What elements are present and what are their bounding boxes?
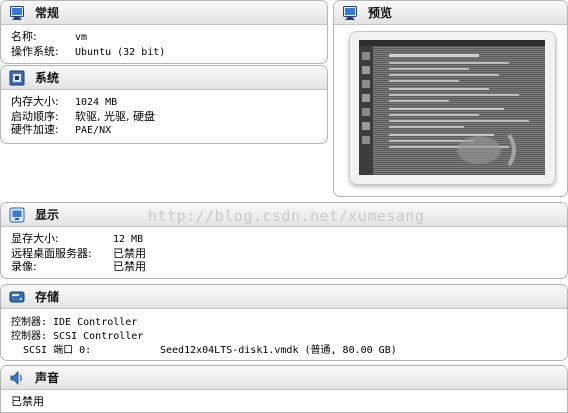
general-os-row: 操作系统: Ubuntu (32 bit) [11, 45, 327, 60]
storage-title: 存储 [35, 290, 60, 304]
os-label: 操作系统: [11, 44, 59, 58]
audio-panel: 声音 已禁用 [0, 365, 568, 413]
display-icon [9, 207, 25, 223]
monitor-icon [9, 5, 25, 21]
display-title: 显示 [35, 208, 60, 222]
vram-label: 显存大小: [11, 232, 59, 245]
boot-order-value: 软驱, 光驱, 硬盘 [75, 109, 155, 123]
chip-icon [9, 70, 25, 86]
system-panel: 系统 内存大小: 1024 MB 启动顺序: 软驱, 光驱, 硬盘 硬件加速: PAE… [0, 65, 328, 144]
scsi-port-row: SCSI 端口 0: Seed12x04LTS-disk1.vmdk (普通, 8… [11, 343, 567, 358]
general-header[interactable]: 常规 [1, 1, 327, 25]
audio-value: 已禁用 [11, 395, 44, 408]
os-value: Ubuntu (32 bit) [75, 46, 166, 58]
memory-label: 内存大小: [11, 95, 59, 108]
name-label: 名称: [11, 30, 37, 43]
audio-title: 声音 [35, 371, 60, 385]
audio-header[interactable]: 声音 [1, 366, 567, 390]
vram-row: 显存大小: 12 MB [11, 232, 567, 247]
acceleration-label: 硬件加速: [11, 123, 59, 136]
boot-order-row: 启动顺序: 软驱, 光驱, 硬盘 [11, 110, 327, 124]
storage-header[interactable]: 存储 [1, 285, 567, 309]
memory-row: 内存大小: 1024 MB [11, 95, 327, 110]
vram-value: 12 MB [113, 234, 144, 245]
general-panel: 常规 名称: vm 操作系统: Ubuntu (32 bit) [0, 0, 328, 64]
rdp-row: 远程桌面服务器: 已禁用 [11, 247, 567, 261]
general-title: 常规 [35, 6, 60, 20]
preview-frame [349, 31, 556, 185]
monitor-icon [342, 5, 358, 21]
general-name-row: 名称: vm [11, 30, 327, 45]
rdp-label: 远程桌面服务器: [11, 246, 92, 260]
preview-title: 预览 [368, 6, 393, 20]
acceleration-value: PAE/NX [75, 125, 112, 136]
speaker-icon [9, 370, 25, 386]
display-panel: 显示 显存大小: 12 MB 远程桌面服务器: 已禁用 录像: 已禁用 [0, 202, 568, 279]
rdp-value: 已禁用 [113, 246, 146, 260]
preview-header[interactable]: 预览 [334, 1, 567, 25]
capture-row: 录像: 已禁用 [11, 260, 567, 274]
capture-label: 录像: [11, 260, 37, 273]
boot-order-label: 启动顺序: [11, 109, 59, 123]
scsi-port-value: Seed12x04LTS-disk1.vmdk (普通, 80.00 GB) [160, 345, 397, 356]
ide-controller-row: 控制器: IDE Controller [11, 317, 138, 328]
storage-icon [9, 289, 25, 305]
capture-value: 已禁用 [113, 260, 146, 273]
system-title: 系统 [35, 71, 60, 85]
vm-screen-thumbnail [359, 40, 545, 175]
display-header[interactable]: 显示 [1, 203, 567, 227]
name-value: vm [75, 32, 88, 43]
scsi-port-label: SCSI 端口 0: [23, 345, 92, 356]
memory-value: 1024 MB [75, 97, 118, 108]
preview-panel: 预览 [333, 0, 568, 197]
system-header[interactable]: 系统 [1, 66, 327, 90]
scsi-controller-row: 控制器: SCSI Controller [11, 330, 144, 342]
acceleration-row: 硬件加速: PAE/NX [11, 123, 327, 138]
storage-panel: 存储 控制器: IDE Controller 控制器: SCSI Control… [0, 284, 568, 361]
